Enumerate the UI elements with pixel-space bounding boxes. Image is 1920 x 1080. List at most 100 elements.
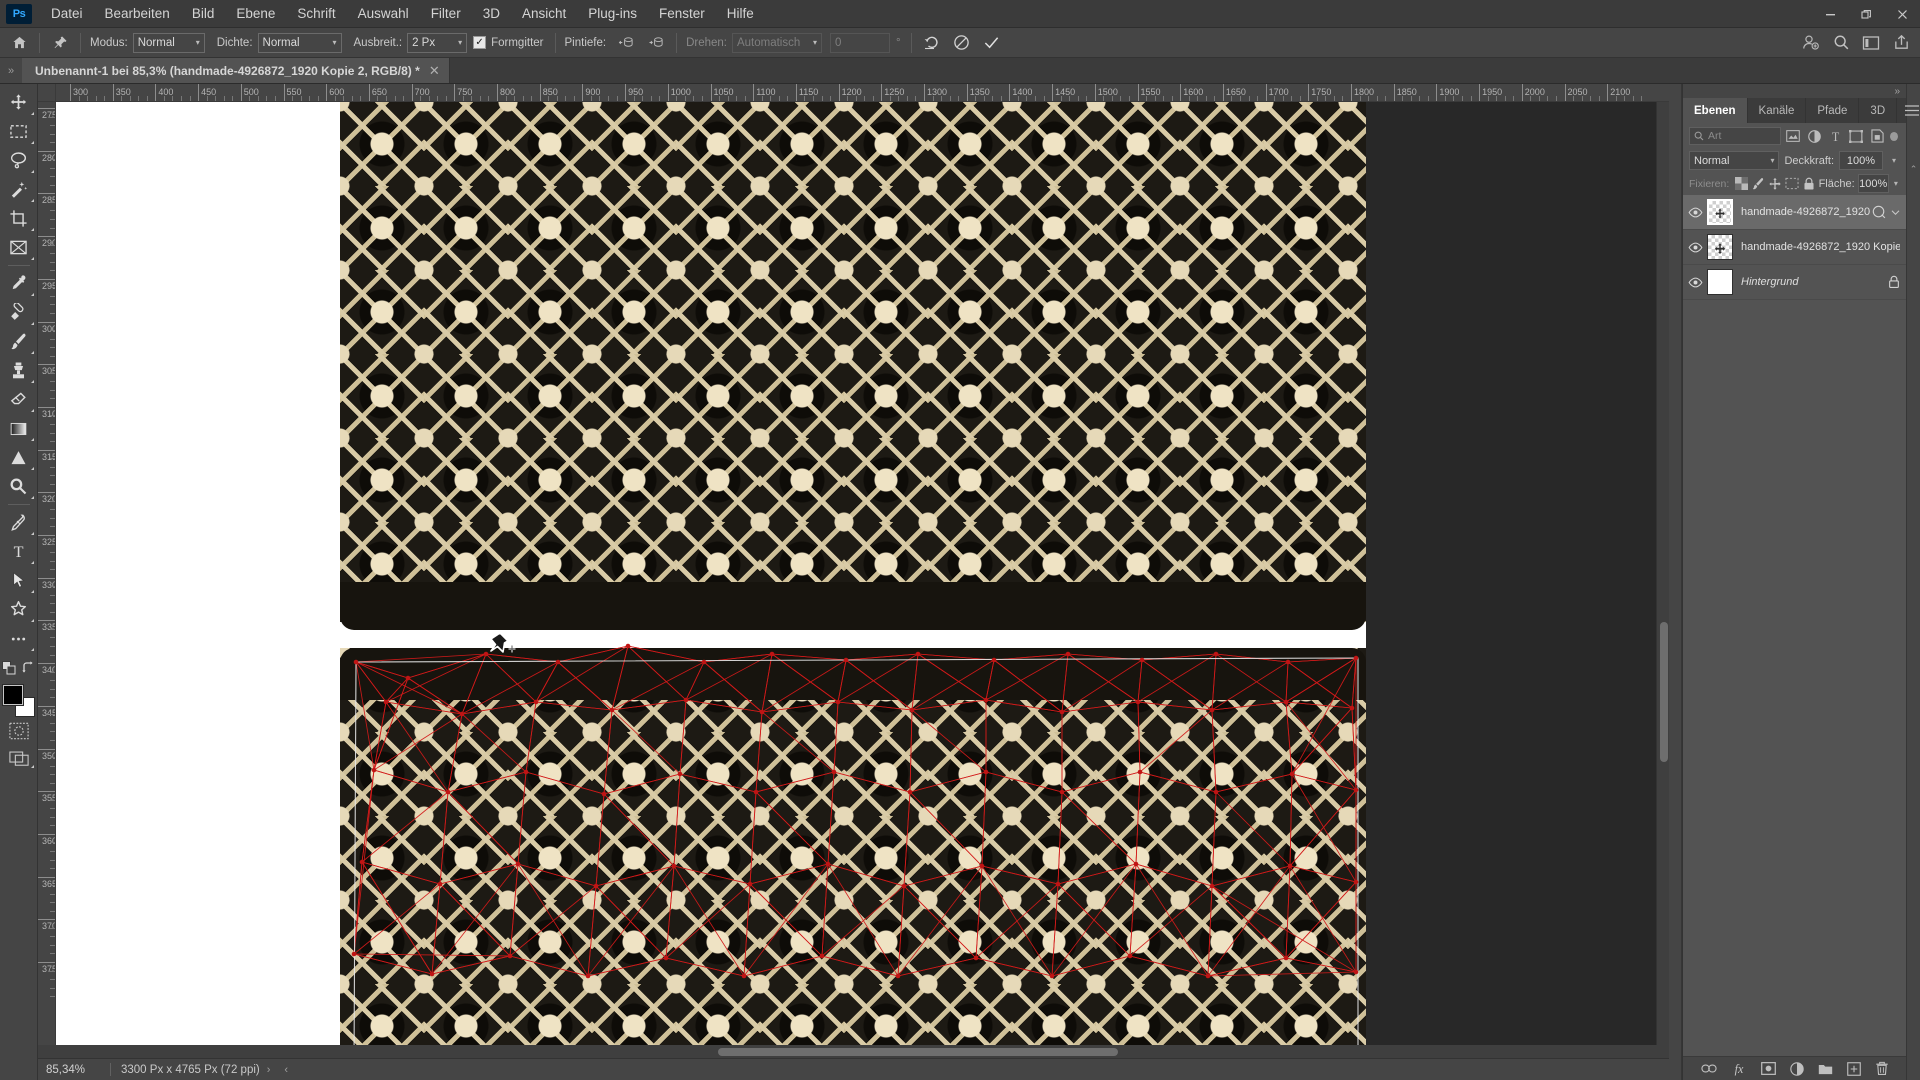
- tool-eyedropper-tool[interactable]: [2, 269, 36, 298]
- workspace-layout-icon[interactable]: [1856, 30, 1886, 56]
- lock-icon[interactable]: [1888, 275, 1900, 289]
- tab-3d[interactable]: 3D: [1859, 98, 1898, 123]
- tool-brush-tool[interactable]: [2, 327, 36, 356]
- adjustment-layer-icon[interactable]: [1789, 1061, 1804, 1076]
- filter-toggle[interactable]: [1889, 131, 1898, 141]
- scrollbar-thumb[interactable]: [1660, 622, 1668, 762]
- menu-filter[interactable]: Filter: [420, 2, 472, 25]
- lock-transparent-pixels-icon[interactable]: [1735, 174, 1749, 193]
- tool-blur-tool[interactable]: [2, 443, 36, 472]
- pixel-filter-icon[interactable]: [1785, 127, 1802, 146]
- zoom-level-field[interactable]: 85,34%: [38, 1064, 110, 1076]
- chevron-down-icon[interactable]: ▾: [1888, 156, 1900, 165]
- scrollbar-thumb[interactable]: [718, 1048, 1118, 1056]
- pin-icon[interactable]: [45, 30, 75, 56]
- smartobject-filter-icon[interactable]: [1869, 127, 1886, 146]
- pin-depth-backward-icon[interactable]: [641, 30, 671, 56]
- adjustment-filter-icon[interactable]: [1806, 127, 1823, 146]
- vertical-ruler[interactable]: 2750 2800 2850 2900 2950 3000 3050 3100 3150 3200…: [38, 102, 56, 1045]
- layer-visibility-eye-icon[interactable]: [1683, 277, 1707, 288]
- menu-bearbeiten[interactable]: Bearbeiten: [94, 2, 181, 25]
- layer-thumbnail[interactable]: [1707, 234, 1733, 260]
- menu-hilfe[interactable]: Hilfe: [716, 2, 765, 25]
- rotate-select[interactable]: Automatisch ▾: [731, 32, 822, 53]
- menu-3d[interactable]: 3D: [472, 2, 511, 25]
- tool-crop-tool[interactable]: [2, 204, 36, 233]
- status-collapse-arrow[interactable]: ‹: [277, 1064, 295, 1076]
- menu-schrift[interactable]: Schrift: [286, 2, 346, 25]
- delete-layer-icon[interactable]: [1875, 1061, 1889, 1076]
- panel-menu-icon[interactable]: [1897, 98, 1920, 123]
- lock-all-icon[interactable]: [1802, 174, 1815, 193]
- share-user-icon[interactable]: [1796, 30, 1826, 56]
- tool-move-tool[interactable]: [2, 88, 36, 117]
- lock-position-icon[interactable]: [1768, 174, 1782, 193]
- close-button[interactable]: [1884, 0, 1920, 28]
- blend-mode-select[interactable]: Normal ▾: [1689, 151, 1780, 170]
- canvas-vertical-scrollbar[interactable]: [1656, 102, 1669, 1045]
- foreground-color-swatch[interactable]: [1, 684, 24, 706]
- layer-visibility-eye-icon[interactable]: [1683, 207, 1707, 218]
- lock-image-pixels-icon[interactable]: [1751, 174, 1765, 193]
- tool-healing-brush-tool[interactable]: [2, 298, 36, 327]
- tool-pen-tool[interactable]: [2, 508, 36, 537]
- tab-kanaele[interactable]: Kanäle: [1748, 98, 1807, 123]
- layer-row[interactable]: Hintergrund: [1683, 265, 1906, 300]
- new-layer-icon[interactable]: [1846, 1061, 1861, 1076]
- tool-shape-tool[interactable]: [2, 595, 36, 624]
- default-colors-icon[interactable]: [1, 661, 16, 680]
- home-icon[interactable]: [4, 30, 34, 56]
- image-canvas[interactable]: [56, 102, 1656, 1045]
- fill-field[interactable]: 100%: [1857, 174, 1889, 193]
- show-mesh-checkbox[interactable]: ✓ Formgitter: [473, 36, 544, 49]
- menu-fenster[interactable]: Fenster: [648, 2, 716, 25]
- opacity-field[interactable]: 100%: [1839, 151, 1883, 170]
- smart-filter-icon[interactable]: [1872, 205, 1886, 219]
- tool-eraser-tool[interactable]: [2, 385, 36, 414]
- maximize-restore-button[interactable]: [1848, 0, 1884, 28]
- tool-quick-selection-tool[interactable]: [2, 175, 36, 204]
- type-filter-icon[interactable]: T: [1827, 127, 1844, 146]
- tool-lasso-tool[interactable]: [2, 146, 36, 175]
- link-layers-icon[interactable]: [1700, 1063, 1717, 1074]
- panel-collapse-rail[interactable]: [1669, 84, 1682, 1080]
- density-select[interactable]: Normal ▾: [257, 32, 342, 53]
- chevron-down-icon[interactable]: [1891, 209, 1900, 216]
- tool-frame-tool[interactable]: [2, 233, 36, 262]
- tool-dodge-tool[interactable]: [2, 472, 36, 501]
- tool-rectangular-marquee-tool[interactable]: [2, 117, 36, 146]
- layer-thumbnail[interactable]: [1707, 199, 1733, 225]
- pin-depth-forward-icon[interactable]: [611, 30, 641, 56]
- tab-ebenen[interactable]: Ebenen: [1683, 98, 1748, 123]
- minimize-button[interactable]: [1812, 0, 1848, 28]
- chevron-up-icon[interactable]: ⌃: [1910, 164, 1918, 175]
- reset-icon[interactable]: [917, 30, 947, 56]
- menu-bild[interactable]: Bild: [181, 2, 226, 25]
- layer-row[interactable]: handmade-4926872_1920 Kopie: [1683, 230, 1906, 265]
- close-icon[interactable]: ✕: [429, 63, 440, 79]
- collapse-chevrons-icon[interactable]: »: [1894, 86, 1900, 97]
- tool-more-tools[interactable]: [2, 624, 36, 653]
- menu-auswahl[interactable]: Auswahl: [347, 2, 420, 25]
- new-group-icon[interactable]: [1818, 1062, 1833, 1075]
- chevron-down-icon[interactable]: ▾: [1892, 179, 1900, 188]
- commit-checkmark-icon[interactable]: [977, 30, 1007, 56]
- search-icon[interactable]: [1826, 30, 1856, 56]
- collapse-chevrons-icon[interactable]: »: [0, 58, 22, 83]
- document-tab[interactable]: Unbenannt-1 bei 85,3% (handmade-4926872_…: [22, 58, 450, 83]
- menu-datei[interactable]: Datei: [40, 2, 94, 25]
- swap-colors-icon[interactable]: [21, 661, 36, 680]
- cancel-icon[interactable]: [947, 30, 977, 56]
- menu-plug-ins[interactable]: Plug-ins: [577, 2, 648, 25]
- rotate-degrees-input[interactable]: 0: [829, 32, 890, 53]
- layer-effects-fx-icon[interactable]: fx: [1731, 1062, 1747, 1076]
- horizontal-ruler[interactable]: 300 350 400 450 500 550 600 650 700 750 800 850 900 9…: [56, 84, 1669, 102]
- expansion-input[interactable]: 2 Px ▾: [407, 32, 468, 53]
- layer-visibility-eye-icon[interactable]: [1683, 242, 1707, 253]
- layer-thumbnail[interactable]: [1707, 269, 1733, 295]
- lock-nesting-icon[interactable]: [1785, 174, 1799, 193]
- export-upload-icon[interactable]: [1886, 30, 1916, 56]
- layer-row[interactable]: handmade-4926872_1920 Kopie 2: [1683, 195, 1906, 230]
- quick-mask-icon[interactable]: [2, 718, 36, 744]
- tab-pfade[interactable]: Pfade: [1806, 98, 1860, 123]
